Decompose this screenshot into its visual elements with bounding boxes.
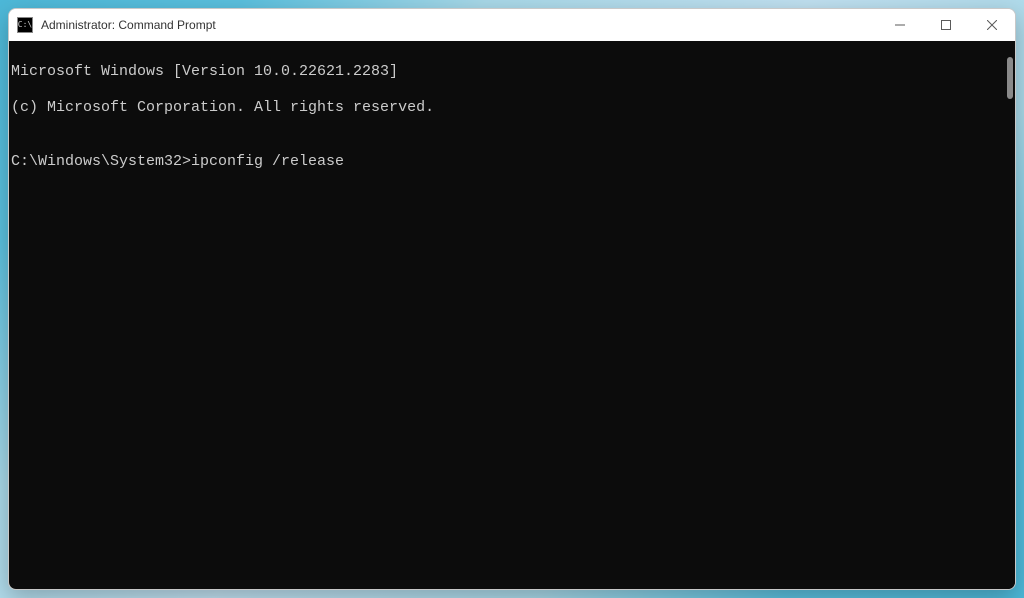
maximize-icon: [941, 20, 951, 30]
minimize-button[interactable]: [877, 9, 923, 41]
terminal-prompt-line: C:\Windows\System32>ipconfig /release: [11, 153, 1013, 171]
terminal-line: (c) Microsoft Corporation. All rights re…: [11, 99, 1013, 117]
close-button[interactable]: [969, 9, 1015, 41]
terminal-line: Microsoft Windows [Version 10.0.22621.22…: [11, 63, 1013, 81]
window-controls: [877, 9, 1015, 41]
titlebar[interactable]: C:\ Administrator: Command Prompt: [9, 9, 1015, 41]
command-prompt-window: C:\ Administrator: Command Prompt Micros…: [8, 8, 1016, 590]
scrollbar-track[interactable]: [999, 41, 1015, 589]
terminal-area[interactable]: Microsoft Windows [Version 10.0.22621.22…: [9, 41, 1015, 589]
close-icon: [987, 20, 997, 30]
scrollbar-thumb[interactable]: [1007, 57, 1013, 99]
maximize-button[interactable]: [923, 9, 969, 41]
minimize-icon: [895, 20, 905, 30]
window-title: Administrator: Command Prompt: [41, 18, 216, 32]
terminal-command: ipconfig /release: [191, 153, 344, 170]
cmd-icon-glyph: C:\: [18, 21, 32, 29]
cmd-icon: C:\: [17, 17, 33, 33]
terminal-prompt: C:\Windows\System32>: [11, 153, 191, 170]
